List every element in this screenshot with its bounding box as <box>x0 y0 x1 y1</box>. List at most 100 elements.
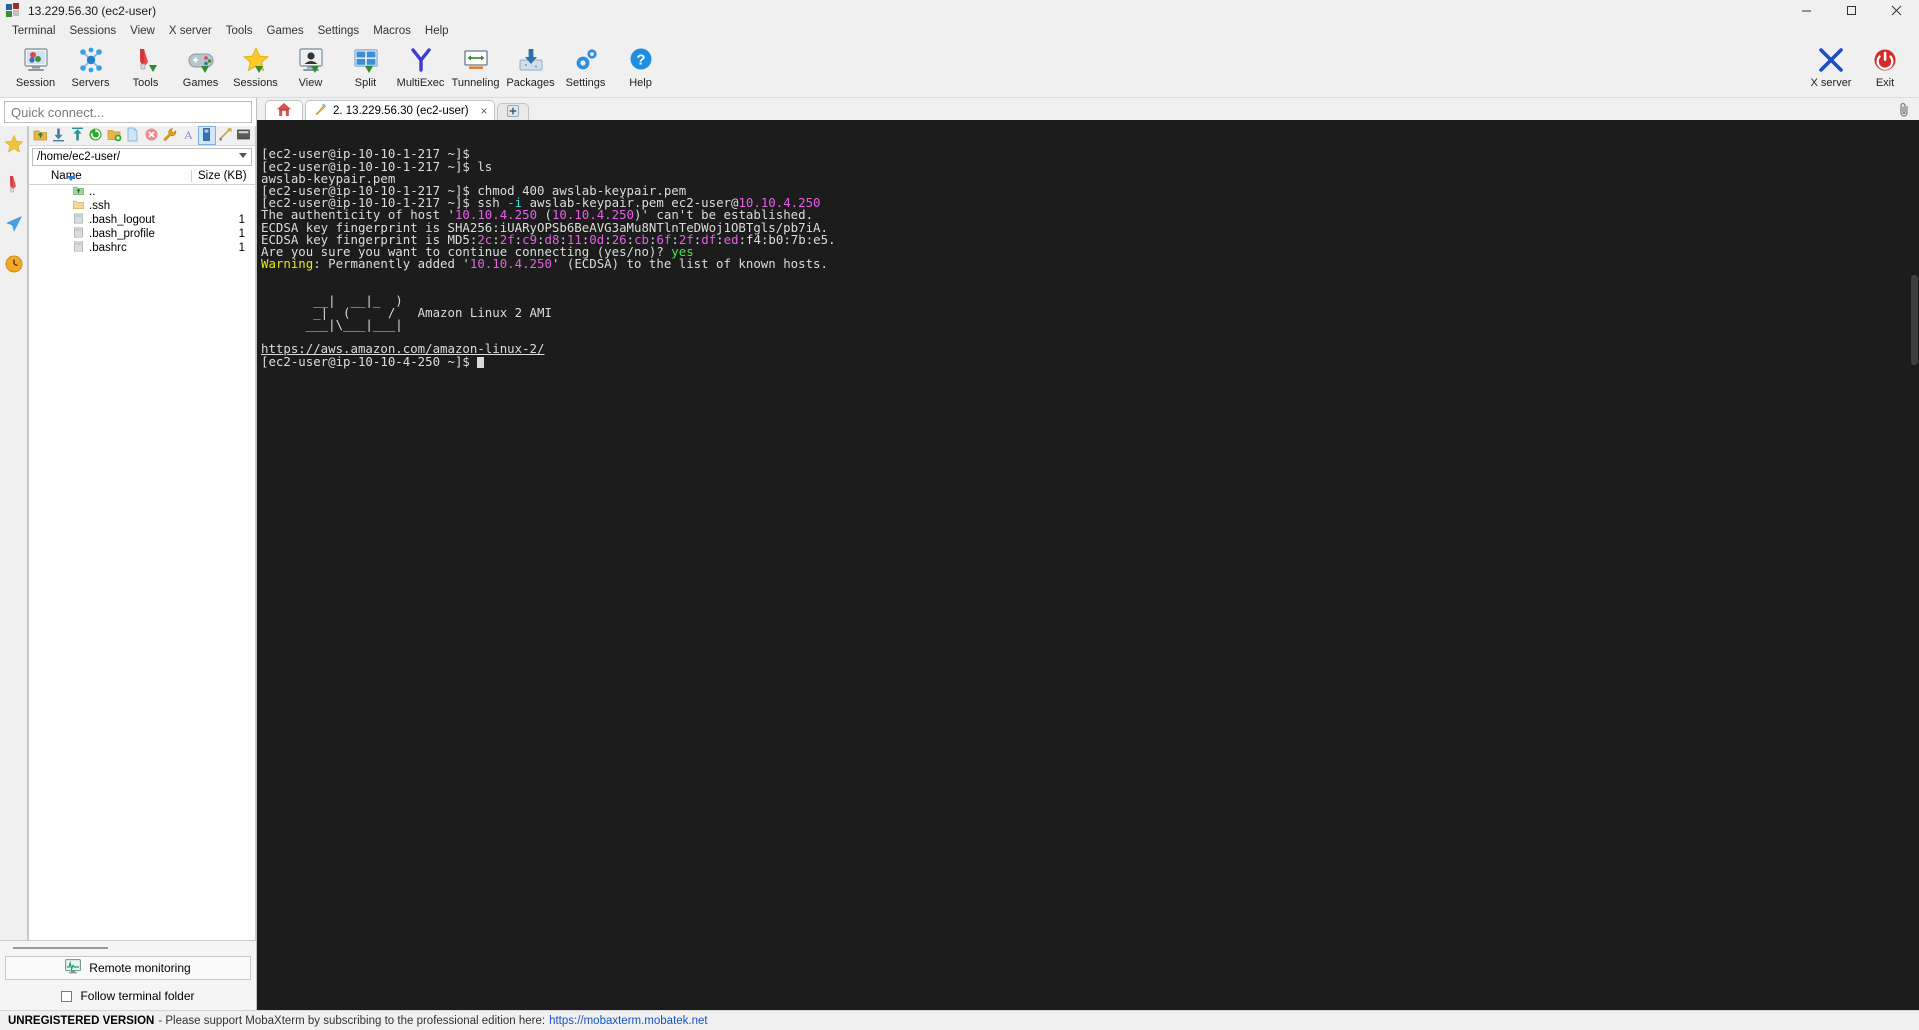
toolbar-button-tunneling[interactable]: Tunneling <box>448 42 503 89</box>
terminal-scrollbar[interactable] <box>1910 120 1919 1010</box>
follow-terminal-folder-label: Follow terminal folder <box>80 989 195 1003</box>
sftp-text-mode-button[interactable]: A <box>180 127 197 144</box>
main-toolbar: Session Servers Tools Games Sessions Vie… <box>0 40 1919 98</box>
minimize-button[interactable] <box>1784 0 1829 22</box>
toolbar-button-tools[interactable]: Tools <box>118 42 173 89</box>
sidebar-tab-tools[interactable] <box>2 172 26 198</box>
file-name: .bashrc <box>89 242 127 254</box>
terminal-text: ' (ECDSA) to the list of known hosts. <box>551 256 828 272</box>
close-button[interactable] <box>1874 0 1919 22</box>
list-item[interactable]: .bash_profile 1 <box>29 227 255 241</box>
new-file-icon <box>125 127 140 145</box>
list-item[interactable]: .bash_logout 1 <box>29 213 255 227</box>
column-header-name[interactable]: Name <box>29 170 191 182</box>
binary-icon <box>199 127 214 145</box>
menu-terminal[interactable]: Terminal <box>5 22 62 40</box>
mobaxterm-website-link[interactable]: https://mobaxterm.mobatek.net <box>549 1015 708 1027</box>
sftp-new-folder-button[interactable] <box>106 127 123 144</box>
terminal-tab-label: 2. 13.229.56.30 (ec2-user) <box>333 104 469 117</box>
ssh-tab-icon <box>314 102 327 119</box>
terminal-tab[interactable]: 2. 13.229.56.30 (ec2-user) × <box>305 100 495 120</box>
sftp-upload-button[interactable] <box>69 127 86 144</box>
menu-macros[interactable]: Macros <box>366 22 418 40</box>
maximize-button[interactable] <box>1829 0 1874 22</box>
file-name: .. <box>89 186 96 198</box>
left-panel: Quick connect... A /home/ec2-user/ Name … <box>0 98 257 1010</box>
list-item[interactable]: .ssh <box>29 199 255 213</box>
home-icon <box>276 102 292 120</box>
sftp-parent-folder-button[interactable] <box>32 127 49 144</box>
toolbar-button-exit[interactable]: Exit <box>1859 42 1911 89</box>
terminal-line: _| ( / Amazon Linux 2 AMI <box>261 306 1919 319</box>
parent-folder-icon <box>73 185 84 199</box>
session-icon <box>21 45 51 75</box>
toolbar-button-games[interactable]: Games <box>173 42 228 89</box>
menu-games[interactable]: Games <box>260 22 311 40</box>
toolbar-button-servers[interactable]: Servers <box>63 42 118 89</box>
sidebar-tab-sessions[interactable] <box>2 132 26 158</box>
mobaxterm-window: 13.229.56.30 (ec2-user) Terminal Session… <box>0 0 1919 1030</box>
toolbar-label-exit: Exit <box>1875 77 1895 89</box>
file-size: 1 <box>238 228 245 240</box>
sftp-compare-button[interactable] <box>217 127 234 144</box>
toolbar-button-view[interactable]: View <box>283 42 338 89</box>
list-item[interactable]: .. <box>29 185 255 199</box>
attachment-button[interactable] <box>1898 102 1911 120</box>
follow-terminal-folder-checkbox[interactable] <box>61 990 73 1002</box>
menu-view[interactable]: View <box>123 22 162 40</box>
sidebar-tab-macros[interactable] <box>2 212 26 238</box>
menu-bar: Terminal Sessions View X server Tools Ga… <box>0 22 1919 40</box>
new-tab-button[interactable] <box>496 103 529 120</box>
menu-settings[interactable]: Settings <box>311 22 367 40</box>
panel-divider[interactable] <box>13 947 108 949</box>
sftp-path-input[interactable]: /home/ec2-user/ <box>32 148 252 166</box>
menu-help[interactable]: Help <box>418 22 456 40</box>
toolbar-label-help: Help <box>629 77 652 89</box>
sftp-download-button[interactable] <box>51 127 68 144</box>
terminal-line: [ec2-user@ip-10-10-1-217 ~]$ ls <box>261 160 1919 173</box>
new-folder-icon <box>107 127 122 145</box>
star-icon <box>3 134 24 157</box>
toolbar-button-settings[interactable]: Settings <box>558 42 613 89</box>
follow-terminal-folder-row[interactable]: Follow terminal folder <box>5 989 251 1003</box>
sftp-permissions-button[interactable] <box>162 127 179 144</box>
terminal-text: 10.10.4.250 <box>469 256 552 272</box>
delete-icon <box>144 127 159 145</box>
sftp-terminal-button[interactable] <box>236 127 253 144</box>
file-size: 1 <box>238 242 245 254</box>
sftp-delete-button[interactable] <box>143 127 160 144</box>
toolbar-button-multiexec[interactable]: MultiExec <box>393 42 448 89</box>
paperclip-icon <box>1898 102 1911 120</box>
menu-tools[interactable]: Tools <box>219 22 260 40</box>
sftp-binary-mode-button[interactable] <box>197 126 216 145</box>
home-tab[interactable] <box>265 100 303 120</box>
toolbar-button-help[interactable]: ? Help <box>613 42 668 89</box>
sftp-refresh-button[interactable] <box>88 127 105 144</box>
multiexec-icon <box>406 45 436 75</box>
swiss-knife-icon <box>4 174 24 197</box>
remote-monitoring-button[interactable]: Remote monitoring <box>5 956 251 980</box>
remote-monitoring-label: Remote monitoring <box>89 961 191 975</box>
servers-icon <box>76 45 106 75</box>
close-tab-icon[interactable]: × <box>481 104 488 118</box>
sidebar-tab-sftp[interactable] <box>2 252 26 278</box>
terminal-scrollbar-thumb[interactable] <box>1911 275 1918 365</box>
file-list: .. .ssh .bash_logout 1 .bash_profile 1 .… <box>29 185 255 940</box>
tab-strip: 2. 13.229.56.30 (ec2-user) × <box>257 98 1919 120</box>
toolbar-button-sessions[interactable]: Sessions <box>228 42 283 89</box>
toolbar-button-x-server[interactable]: X server <box>1805 42 1857 89</box>
menu-sessions[interactable]: Sessions <box>62 22 123 40</box>
sftp-new-file-button[interactable] <box>125 127 142 144</box>
download-icon <box>51 127 66 145</box>
column-header-size[interactable]: Size (KB) <box>191 170 255 182</box>
toolbar-label-multiexec: MultiExec <box>396 77 445 89</box>
toolbar-button-split[interactable]: Split <box>338 42 393 89</box>
terminal-output[interactable]: [ec2-user@ip-10-10-1-217 ~]$ [ec2-user@i… <box>257 120 1919 1010</box>
toolbar-button-session[interactable]: Session <box>8 42 63 89</box>
toolbar-button-packages[interactable]: Packages <box>503 42 558 89</box>
toolbar-label-games: Games <box>182 77 219 89</box>
list-item[interactable]: .bashrc 1 <box>29 241 255 255</box>
chevron-down-icon[interactable] <box>239 153 247 158</box>
menu-x-server[interactable]: X server <box>162 22 219 40</box>
quick-connect-input[interactable]: Quick connect... <box>4 101 252 123</box>
